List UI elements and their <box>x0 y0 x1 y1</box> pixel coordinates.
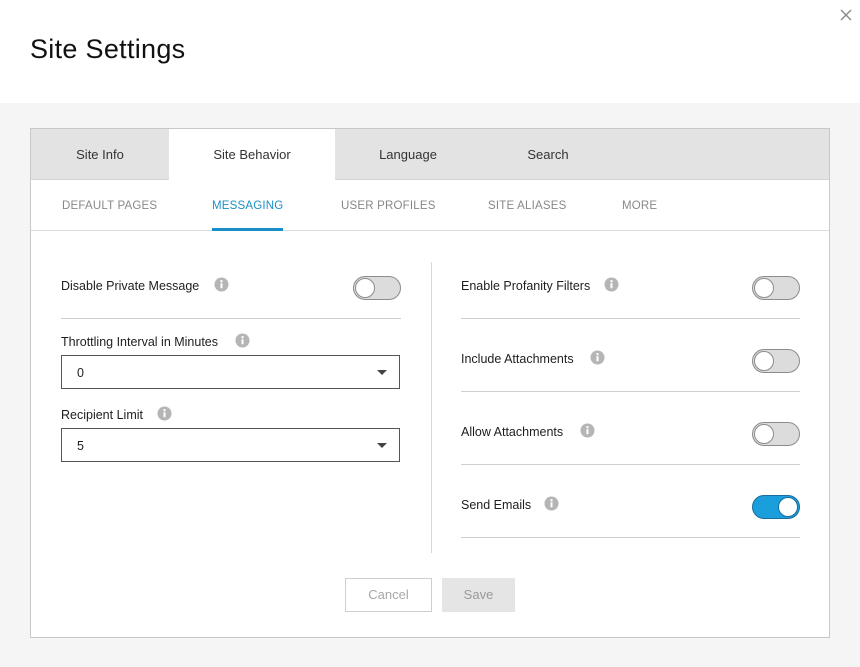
tab-bar: Site Info Site Behavior Language Search <box>31 129 829 181</box>
subtab-user-profiles[interactable]: USER PROFILES <box>341 180 436 230</box>
chevron-down-icon <box>377 370 387 375</box>
tab-site-behavior[interactable]: Site Behavior <box>169 129 335 181</box>
subtab-default-pages[interactable]: DEFAULT PAGES <box>62 180 157 230</box>
info-icon[interactable] <box>214 277 229 292</box>
toggle-knob <box>754 424 774 444</box>
divider <box>461 537 800 538</box>
toggle-knob <box>355 278 375 298</box>
divider <box>461 318 800 319</box>
info-icon[interactable] <box>235 333 250 348</box>
cancel-button[interactable]: Cancel <box>345 578 432 612</box>
close-button[interactable] <box>838 7 854 23</box>
column-divider <box>431 262 432 553</box>
toggle-knob <box>754 351 774 371</box>
enable-profanity-filters-label: Enable Profanity Filters <box>461 279 591 293</box>
subtab-bar: DEFAULT PAGES MESSAGING USER PROFILES SI… <box>31 180 829 231</box>
recipient-limit-value: 5 <box>77 439 84 453</box>
tab-site-info[interactable]: Site Info <box>31 129 169 180</box>
save-button[interactable]: Save <box>442 578 515 612</box>
send-emails-toggle[interactable] <box>752 495 800 519</box>
info-icon[interactable] <box>590 350 605 365</box>
dialog-header: Site Settings <box>0 0 860 103</box>
divider <box>61 318 401 319</box>
info-icon[interactable] <box>544 496 559 511</box>
disable-private-message-label: Disable Private Message <box>61 279 200 293</box>
toggle-knob <box>754 278 774 298</box>
allow-attachments-label: Allow Attachments <box>461 425 564 439</box>
info-icon[interactable] <box>580 423 595 438</box>
divider <box>461 464 800 465</box>
chevron-down-icon <box>377 443 387 448</box>
page-title: Site Settings <box>30 34 186 64</box>
allow-attachments-toggle[interactable] <box>752 422 800 446</box>
divider <box>461 391 800 392</box>
close-icon <box>840 9 852 21</box>
info-icon[interactable] <box>604 277 619 292</box>
subtab-site-aliases[interactable]: SITE ALIASES <box>488 180 566 230</box>
settings-panel: Site Info Site Behavior Language Search … <box>30 128 830 638</box>
recipient-limit-select[interactable]: 5 <box>61 428 400 462</box>
info-icon[interactable] <box>157 406 172 421</box>
subtab-more[interactable]: MORE <box>622 180 657 230</box>
tab-search[interactable]: Search <box>481 129 615 180</box>
tab-language[interactable]: Language <box>335 129 481 180</box>
enable-profanity-filters-toggle[interactable] <box>752 276 800 300</box>
disable-private-message-toggle[interactable] <box>353 276 401 300</box>
toggle-knob <box>778 497 798 517</box>
send-emails-label: Send Emails <box>461 498 532 512</box>
throttling-interval-select[interactable]: 0 <box>61 355 400 389</box>
include-attachments-toggle[interactable] <box>752 349 800 373</box>
recipient-limit-label: Recipient Limit <box>61 408 143 422</box>
include-attachments-label: Include Attachments <box>461 352 574 366</box>
throttling-interval-value: 0 <box>77 366 84 380</box>
subtab-messaging[interactable]: MESSAGING <box>212 180 284 231</box>
throttling-interval-label: Throttling Interval in Minutes <box>61 335 219 349</box>
